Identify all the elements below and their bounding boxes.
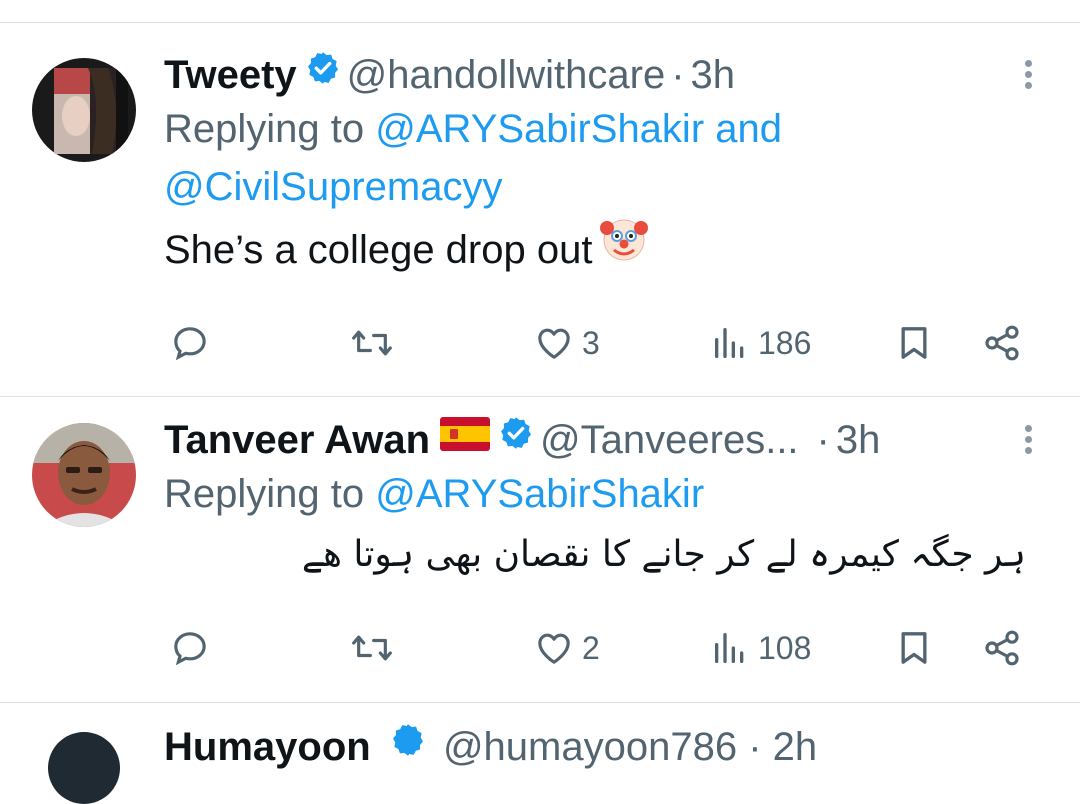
tweet-text: She’s a college drop out (164, 218, 1050, 287)
tweet[interactable]: Tweety @handollwithcare · 3h Replying to @A… (0, 40, 1080, 395)
heart-icon (538, 328, 570, 359)
timestamp[interactable]: 2h (773, 725, 818, 769)
mention-link[interactable]: @CivilSupremacyy (164, 165, 502, 209)
replying-prefix: Replying to (164, 107, 365, 151)
views-button[interactable]: 108 (710, 620, 811, 676)
views-chart-icon (715, 328, 744, 358)
share-icon (985, 325, 1019, 361)
tweet-actions: 2 108 (164, 620, 1044, 676)
separator-dot: · (816, 418, 830, 462)
timestamp[interactable]: 3h (836, 418, 881, 462)
tweet-actions: 3 186 (164, 315, 1044, 371)
display-name[interactable]: Tanveer Awan (164, 418, 430, 462)
view-count: 108 (758, 629, 812, 666)
avatar[interactable] (32, 58, 136, 162)
reply-icon (174, 632, 206, 666)
more-options-icon[interactable] (1018, 56, 1038, 96)
like-count: 2 (582, 629, 600, 666)
avatar[interactable] (32, 423, 136, 527)
bookmark-button[interactable] (894, 315, 934, 371)
bookmark-icon (901, 632, 927, 664)
view-count: 186 (758, 324, 812, 361)
tweet[interactable]: Tanveer Awan @Tanveeres... · 3h Replying to… (0, 405, 1080, 702)
user-handle[interactable]: @handollwithcare (347, 53, 666, 97)
reply-button[interactable] (170, 315, 218, 371)
timestamp[interactable]: 3h (691, 53, 736, 97)
bookmark-button[interactable] (894, 620, 934, 676)
verified-badge-icon (305, 48, 341, 98)
reply-icon (174, 327, 206, 361)
display-name[interactable]: Tweety (164, 53, 297, 97)
retweet-button[interactable] (350, 620, 402, 676)
replying-to: Replying to @ARYSabirShakir (164, 465, 1050, 523)
reply-button[interactable] (170, 620, 218, 676)
verified-badge-icon (498, 413, 534, 463)
retweet-icon (352, 635, 392, 661)
retweet-icon (352, 330, 392, 356)
share-icon (985, 630, 1019, 666)
replying-and[interactable]: and (715, 107, 782, 151)
replying-to: Replying to @ARYSabirShakir and @CivilSu… (164, 100, 1050, 216)
tweet-text-content: She’s a college drop out (164, 228, 593, 273)
replying-prefix: Replying to (164, 472, 365, 516)
views-chart-icon (715, 633, 744, 663)
bookmark-icon (901, 327, 927, 359)
user-handle[interactable]: @humayoon786 (443, 725, 737, 769)
heart-icon (538, 633, 570, 664)
mention-link[interactable]: @ARYSabirShakir (375, 472, 704, 516)
display-name[interactable]: Humayoon (164, 725, 371, 769)
avatar[interactable] (48, 732, 120, 804)
tweet-header: Tanveer Awan @Tanveeres... · 3h (164, 415, 1050, 465)
share-button[interactable] (982, 620, 1022, 676)
tweet-text: ہر جگہ کیمرہ لے کر جانے کا نقصان بھی ہوت… (301, 534, 1026, 575)
separator-dot: · (671, 53, 685, 97)
tweet-content: Tweety @handollwithcare · 3h Replying to @A… (164, 50, 1050, 287)
tweet-divider (0, 702, 1080, 703)
tweet-divider (0, 396, 1080, 397)
verified-badge-icon (390, 720, 426, 770)
share-button[interactable] (982, 315, 1022, 371)
top-divider (0, 22, 1080, 23)
mention-link[interactable]: @ARYSabirShakir (375, 107, 704, 151)
tweet-content: Tanveer Awan @Tanveeres... · 3h Replying to… (164, 415, 1050, 585)
tweet-header: Humayoon @humayoon786 · 2h (164, 722, 817, 774)
tweet-header: Tweety @handollwithcare · 3h (164, 50, 1050, 100)
user-handle[interactable]: @Tanveeres... (540, 418, 799, 462)
like-count: 3 (582, 324, 600, 361)
spain-flag-icon (440, 413, 491, 463)
clown-face-icon (598, 212, 650, 281)
separator-dot: · (748, 725, 762, 769)
views-button[interactable]: 186 (710, 315, 811, 371)
tweet-partial[interactable]: Humayoon @humayoon786 · 2h (0, 712, 1080, 804)
retweet-button[interactable] (350, 315, 402, 371)
like-button[interactable]: 2 (534, 620, 600, 676)
like-button[interactable]: 3 (534, 315, 600, 371)
more-options-icon[interactable] (1018, 421, 1038, 461)
